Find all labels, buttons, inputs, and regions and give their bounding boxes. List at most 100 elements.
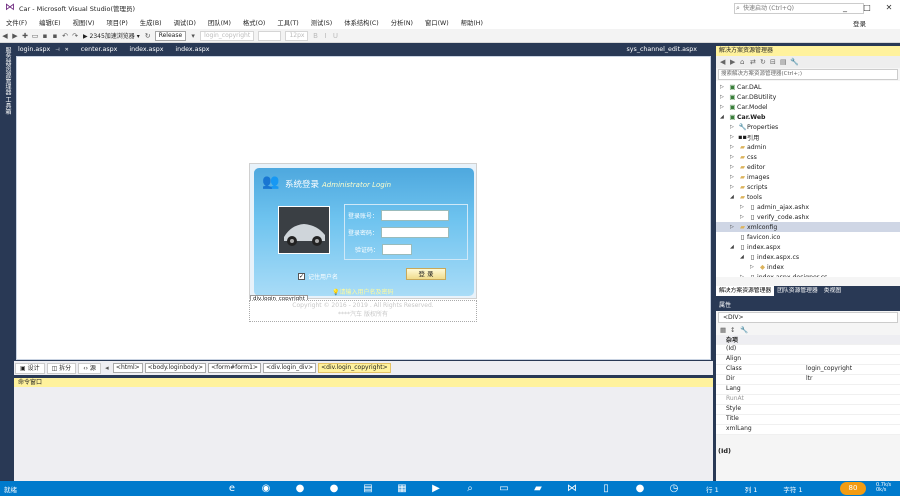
- forward-icon[interactable]: ▶: [730, 58, 740, 66]
- tree-node[interactable]: ◢ ▰ tools: [716, 192, 762, 202]
- property-value[interactable]: [804, 415, 900, 424]
- command-window-body[interactable]: [14, 387, 713, 481]
- property-value[interactable]: [804, 355, 900, 364]
- close-button[interactable]: ✕: [878, 0, 900, 16]
- underline-icon[interactable]: U: [330, 32, 340, 40]
- window-icon[interactable]: ▭: [492, 481, 516, 496]
- solution-config-select[interactable]: Release: [154, 30, 187, 41]
- menu-edit[interactable]: 编辑(E): [33, 18, 67, 27]
- property-row[interactable]: RunAt: [716, 395, 900, 405]
- open-file-icon[interactable]: ▭: [30, 32, 40, 40]
- username-input[interactable]: [381, 210, 450, 221]
- menu-view[interactable]: 视图(V): [67, 18, 101, 27]
- property-value[interactable]: ltr: [804, 375, 900, 384]
- menu-format[interactable]: 格式(O): [237, 18, 271, 27]
- forward-icon[interactable]: ▶: [10, 32, 20, 40]
- property-row[interactable]: Style: [716, 405, 900, 415]
- tree-node[interactable]: ▷ ▰ scripts: [716, 182, 767, 192]
- sync-icon[interactable]: ⇄: [750, 58, 760, 66]
- property-row[interactable]: (Id): [716, 345, 900, 355]
- menu-debug[interactable]: 调试(D): [168, 18, 202, 27]
- tab-solution-explorer[interactable]: 解决方案资源管理器: [716, 286, 775, 296]
- redo-icon[interactable]: ↷: [70, 32, 80, 40]
- save-icon[interactable]: ▪: [40, 32, 50, 40]
- menu-test[interactable]: 测试(S): [305, 18, 339, 27]
- folder-icon[interactable]: ▰: [526, 481, 550, 496]
- breadcrumb-form[interactable]: <form#form1>: [208, 363, 261, 373]
- tree-node[interactable]: ◢ ▣ Car.Web: [716, 112, 765, 122]
- expand-toggle-icon[interactable]: ▷: [730, 164, 738, 170]
- expand-toggle-icon[interactable]: ▷: [730, 224, 738, 230]
- tree-node[interactable]: ▷ ▯ verify_code.ashx: [716, 212, 809, 222]
- property-row[interactable]: xmlLang: [716, 425, 900, 435]
- font-family-select[interactable]: [258, 30, 282, 41]
- tree-node[interactable]: ▷ ▯ index.aspx.designer.cs: [716, 272, 827, 277]
- menu-analyze[interactable]: 分析(N): [385, 18, 419, 27]
- image-viewer-icon[interactable]: ▦: [390, 481, 414, 496]
- property-pages-icon[interactable]: 🔧: [740, 326, 750, 334]
- tree-node[interactable]: ▷ ▰ css: [716, 152, 757, 162]
- alphabetical-icon[interactable]: ↕: [730, 326, 740, 334]
- expand-toggle-icon[interactable]: ▷: [730, 174, 738, 180]
- breadcrumb-login-copyright[interactable]: <div.login_copyright>: [318, 363, 391, 373]
- tree-node[interactable]: ▷ ▰ xmlconfig: [716, 222, 900, 232]
- properties-object-select[interactable]: <DIV>: [718, 312, 898, 323]
- expand-toggle-icon[interactable]: ▷: [730, 154, 738, 160]
- login-copyright[interactable]: Copyright © 2016 - 2019 . All Rights Res…: [249, 300, 477, 322]
- property-row[interactable]: Lang: [716, 385, 900, 395]
- tree-node[interactable]: ▷ ▯ admin_ajax.ashx: [716, 202, 809, 212]
- remember-checkbox[interactable]: ✓: [298, 273, 305, 280]
- expand-toggle-icon[interactable]: ▷: [720, 84, 728, 90]
- tab-center-aspx[interactable]: center.aspx: [77, 45, 126, 56]
- tab-login-aspx[interactable]: login.aspx ⊣ ✕: [14, 45, 77, 56]
- expand-toggle-icon[interactable]: ◢: [730, 244, 738, 250]
- save-all-icon[interactable]: ▪: [50, 32, 60, 40]
- minimize-button[interactable]: _: [834, 0, 856, 16]
- captcha-input[interactable]: [382, 244, 413, 255]
- tree-node[interactable]: ▷ ▰ images: [716, 172, 770, 182]
- tree-node[interactable]: ▷ ▰ admin: [716, 142, 766, 152]
- remember-me[interactable]: ✓ 记住用户名: [298, 272, 338, 281]
- breadcrumb-body[interactable]: <body.loginbody>: [144, 363, 207, 373]
- home-icon[interactable]: ⌂: [740, 58, 750, 66]
- expand-toggle-icon[interactable]: ▷: [730, 144, 738, 150]
- solution-search-input[interactable]: 搜索解决方案资源管理器(Ctrl+;): [718, 69, 898, 80]
- property-value[interactable]: [804, 405, 900, 414]
- property-value[interactable]: login_copyright: [804, 365, 900, 374]
- login-button[interactable]: 登 录: [406, 268, 446, 280]
- expand-toggle-icon[interactable]: ◢: [740, 254, 748, 260]
- menu-project[interactable]: 项目(P): [100, 18, 133, 27]
- expand-toggle-icon[interactable]: ▷: [720, 94, 728, 100]
- breadcrumb-prev-icon[interactable]: ◂: [102, 364, 112, 372]
- breadcrumb-login-div[interactable]: <div.login_div>: [262, 363, 317, 373]
- expand-toggle-icon[interactable]: ▷: [740, 274, 748, 277]
- property-row[interactable]: Dir ltr: [716, 375, 900, 385]
- menu-help[interactable]: 帮助(H): [455, 18, 489, 27]
- property-row[interactable]: Class login_copyright: [716, 365, 900, 375]
- source-view-button[interactable]: ‹› 源: [78, 362, 101, 374]
- tree-node[interactable]: ▷ ▰ editor: [716, 162, 765, 172]
- menu-build[interactable]: 生成(B): [134, 18, 168, 27]
- media-icon[interactable]: ▶: [424, 481, 448, 496]
- breadcrumb-html[interactable]: <html>: [112, 363, 143, 373]
- menu-tools[interactable]: 工具(T): [271, 18, 304, 27]
- tab-sys-channel-edit[interactable]: sys_channel_edit.aspx: [627, 46, 697, 53]
- sign-in-link[interactable]: 登录: [853, 18, 866, 28]
- new-project-icon[interactable]: ✚: [20, 32, 30, 40]
- property-value[interactable]: [804, 385, 900, 394]
- close-tab-icon[interactable]: ✕: [65, 47, 69, 53]
- maximize-button[interactable]: □: [856, 0, 878, 16]
- show-all-icon[interactable]: ▤: [780, 58, 790, 66]
- expand-toggle-icon[interactable]: ▷: [720, 104, 728, 110]
- tab-index-aspx[interactable]: index.aspx: [125, 45, 171, 56]
- pin-icon[interactable]: ⊣: [55, 47, 59, 53]
- property-row[interactable]: Align: [716, 355, 900, 365]
- search-icon[interactable]: ⌕: [458, 481, 482, 496]
- menu-window[interactable]: 窗口(W): [419, 18, 455, 27]
- refresh-icon[interactable]: ↻: [143, 32, 153, 40]
- start-debug-button[interactable]: ▶ 2345加速浏览器 ▾: [83, 31, 140, 40]
- expand-toggle-icon[interactable]: ▷: [730, 184, 738, 190]
- back-icon[interactable]: ◀: [720, 58, 730, 66]
- login-div[interactable]: 👥 系统登录 Administrator Login 登录账号： 登录密码： 验…: [249, 163, 477, 303]
- tree-node[interactable]: ▷ ▣ Car.DAL: [716, 82, 761, 92]
